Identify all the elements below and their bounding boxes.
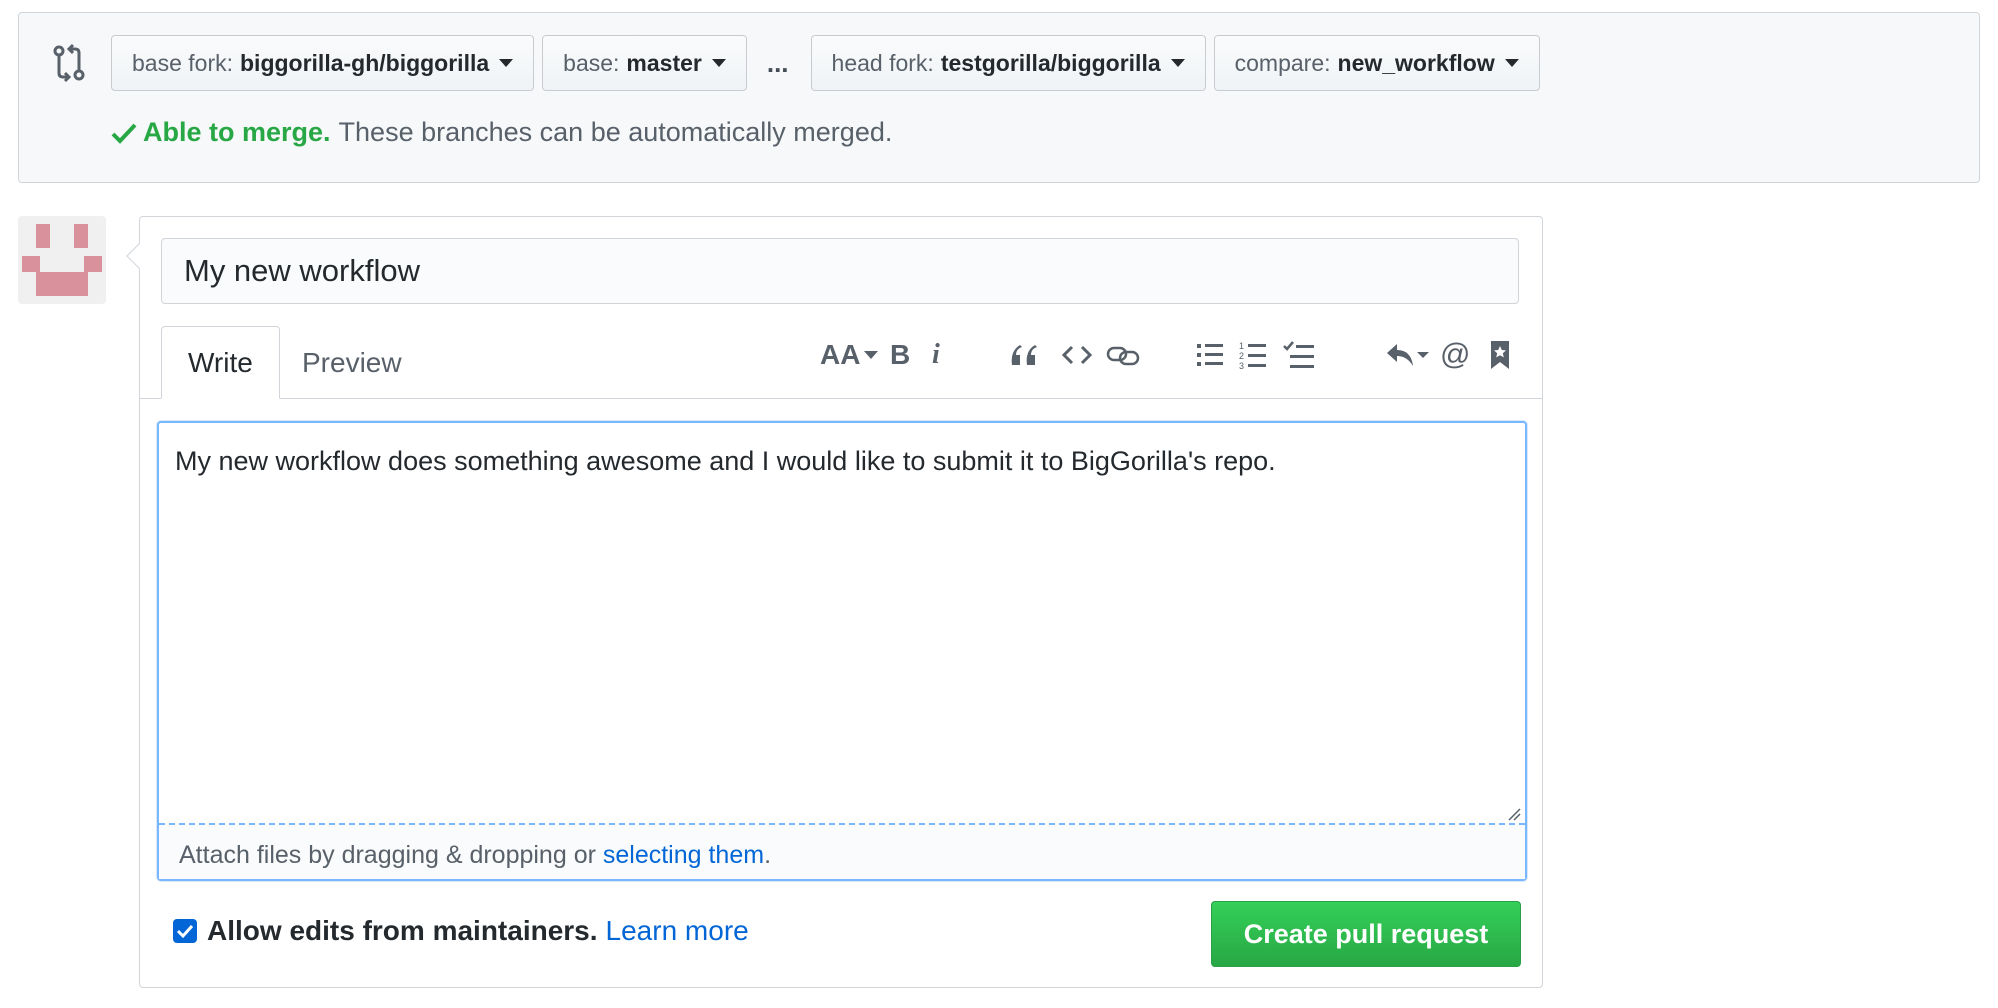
identicon-icon: [22, 224, 102, 296]
quote-button[interactable]: [1008, 333, 1038, 377]
compare-bar: base fork: biggorilla-gh/biggorilla base…: [18, 12, 1980, 183]
resize-handle-icon[interactable]: [1507, 807, 1521, 821]
chevron-down-icon: [864, 351, 879, 359]
merge-description: These branches can be automatically merg…: [338, 117, 893, 147]
italic-button[interactable]: i: [932, 333, 940, 377]
attach-files-end: .: [764, 841, 772, 869]
learn-more-link[interactable]: Learn more: [606, 915, 749, 947]
header-icon: AA: [820, 339, 861, 370]
attach-files-text: Attach files by dragging & dropping or: [179, 841, 603, 869]
base-branch-label: base:: [563, 49, 620, 76]
avatar[interactable]: [18, 216, 106, 304]
pull-request-form: Write Preview AA B i: [126, 216, 1543, 988]
pull-request-page: base fork: biggorilla-gh/biggorilla base…: [0, 0, 1998, 1008]
merge-ok-text: Able to merge.: [143, 117, 331, 147]
checkmark-icon: [176, 924, 194, 939]
compare-arrows-icon: [53, 43, 85, 83]
chevron-down-icon: [499, 59, 514, 67]
reply-button[interactable]: [1383, 333, 1429, 377]
base-fork-value: biggorilla-gh/biggorilla: [240, 49, 490, 76]
svg-text:3: 3: [1239, 361, 1244, 370]
base-branch-select[interactable]: base: master: [542, 35, 747, 91]
saved-replies-button[interactable]: [1489, 333, 1511, 377]
ordered-list-icon: 123: [1239, 341, 1266, 370]
form-pointer: [126, 243, 152, 269]
unordered-list-button[interactable]: [1195, 333, 1225, 377]
allow-edits-checkbox[interactable]: [173, 919, 197, 943]
tab-preview[interactable]: Preview: [276, 326, 428, 399]
unordered-list-icon: [1197, 344, 1223, 366]
quote-icon: [1011, 345, 1037, 365]
bold-button[interactable]: B: [890, 333, 910, 377]
code-icon: [1062, 345, 1092, 365]
tabs-divider: [140, 398, 1542, 399]
base-fork-select[interactable]: base fork: biggorilla-gh/biggorilla: [111, 35, 535, 91]
pr-body-textarea[interactable]: My new workflow does something awesome a…: [159, 423, 1525, 823]
head-fork-select[interactable]: head fork: testgorilla/biggorilla: [810, 35, 1206, 91]
select-files-link[interactable]: selecting them: [603, 841, 764, 869]
bold-icon: B: [890, 339, 911, 370]
tab-write[interactable]: Write: [161, 326, 280, 399]
task-list-icon: [1283, 341, 1314, 368]
allow-edits-row: Allow edits from maintainers. Learn more: [173, 915, 749, 947]
range-separator: ...: [766, 47, 789, 78]
check-icon: [111, 123, 137, 144]
head-fork-value: testgorilla/biggorilla: [940, 49, 1161, 76]
branch-selectors: base fork: biggorilla-gh/biggorilla base…: [111, 35, 1548, 91]
header-button[interactable]: AA: [820, 333, 879, 377]
compare-branch-value: new_workflow: [1337, 49, 1495, 76]
link-icon: [1106, 346, 1140, 366]
svg-text:2: 2: [1239, 351, 1244, 361]
head-fork-label: head fork:: [831, 49, 934, 76]
mention-button[interactable]: @: [1440, 333, 1470, 377]
chevron-down-icon: [711, 59, 726, 67]
chevron-down-icon: [1170, 59, 1185, 67]
allow-edits-label: Allow edits from maintainers.: [207, 915, 598, 946]
italic-icon: i: [932, 339, 940, 370]
base-fork-label: base fork:: [132, 49, 233, 76]
comment-editor: My new workflow does something awesome a…: [157, 421, 1527, 881]
svg-text:1: 1: [1239, 341, 1244, 351]
base-branch-value: master: [626, 49, 702, 76]
compare-branch-label: compare:: [1234, 49, 1331, 76]
compare-branch-select[interactable]: compare: new_workflow: [1213, 35, 1540, 91]
pr-title-input[interactable]: [161, 238, 1519, 304]
link-button[interactable]: [1106, 333, 1140, 377]
reply-icon: [1387, 344, 1429, 366]
mention-icon: @: [1440, 338, 1471, 371]
bookmark-icon: [1491, 341, 1509, 369]
chevron-down-icon: [1504, 59, 1519, 67]
file-drop-zone[interactable]: Attach files by dragging & dropping or s…: [159, 823, 1525, 879]
create-pull-request-button[interactable]: Create pull request: [1211, 901, 1521, 967]
code-button[interactable]: [1062, 333, 1092, 377]
ordered-list-button[interactable]: 123: [1238, 333, 1268, 377]
task-list-button[interactable]: [1282, 333, 1316, 377]
merge-status: Able to merge. These branches can be aut…: [111, 117, 892, 148]
